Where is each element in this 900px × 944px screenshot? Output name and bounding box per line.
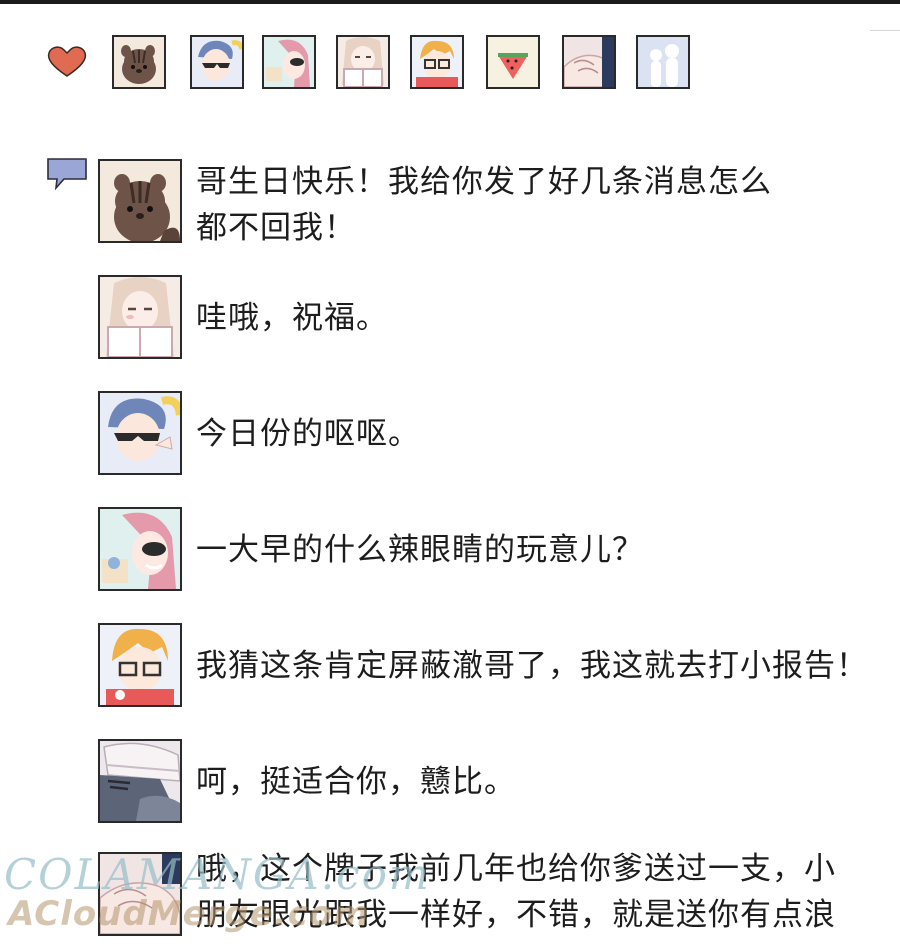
like-avatar-hands[interactable] — [562, 35, 616, 89]
commenter-avatar-glasses-boy[interactable] — [98, 623, 182, 707]
comment-item: 呵，挺适合你，戆比。 — [98, 739, 898, 823]
like-avatar-squirrel[interactable] — [112, 35, 166, 89]
commenter-avatar-cap-boy[interactable] — [98, 739, 182, 823]
likes-row — [46, 32, 706, 92]
heart-icon[interactable] — [46, 44, 88, 78]
like-avatar-reading-girl[interactable] — [336, 35, 390, 89]
comment-text: 哇哦，祝福。 — [196, 300, 388, 336]
top-divider — [0, 0, 900, 4]
commenter-avatar-hands[interactable] — [98, 852, 182, 936]
commenter-avatar-squirrel[interactable] — [98, 159, 182, 243]
comment-item: 哥生日快乐！我给你发了好几条消息怎么 都不回我！ — [98, 159, 898, 247]
comment-text: 哦，这个牌子我前几年也给你爹送过一支，小 朋友眼光跟我一样好，不错，就是送你有点… — [196, 851, 836, 933]
thin-divider — [870, 30, 900, 31]
like-avatar-sunglasses-boy[interactable] — [190, 35, 244, 89]
like-avatar-watermelon[interactable] — [486, 35, 540, 89]
comment-text: 我猜这条肯定屏蔽澈哥了，我这就去打小报告！ — [196, 648, 868, 684]
comment-item: 我猜这条肯定屏蔽澈哥了，我这就去打小报告！ — [98, 623, 898, 707]
commenter-avatar-sunglasses-boy[interactable] — [98, 391, 182, 475]
like-avatar-couple-silhouette[interactable] — [636, 35, 690, 89]
comment-item: 哇哦，祝福。 — [98, 275, 898, 359]
commenter-avatar-reading-girl[interactable] — [98, 275, 182, 359]
comment-item: 哦，这个牌子我前几年也给你爹送过一支，小 朋友眼光跟我一样好，不错，就是送你有点… — [98, 851, 898, 944]
like-avatar-pink-hair[interactable] — [262, 35, 316, 89]
like-avatar-glasses-boy[interactable] — [410, 35, 464, 89]
comment-text: 呵，挺适合你，戆比。 — [196, 764, 516, 800]
comment-text: 哥生日快乐！我给你发了好几条消息怎么 都不回我！ — [196, 164, 772, 246]
commenter-avatar-pink-hair[interactable] — [98, 507, 182, 591]
comment-icon — [47, 158, 87, 191]
comment-text: 今日份的呕呕。 — [196, 416, 420, 452]
comment-item: 今日份的呕呕。 — [98, 391, 898, 475]
comment-text: 一大早的什么辣眼睛的玩意儿？ — [196, 532, 644, 568]
comment-item: 一大早的什么辣眼睛的玩意儿？ — [98, 507, 898, 591]
